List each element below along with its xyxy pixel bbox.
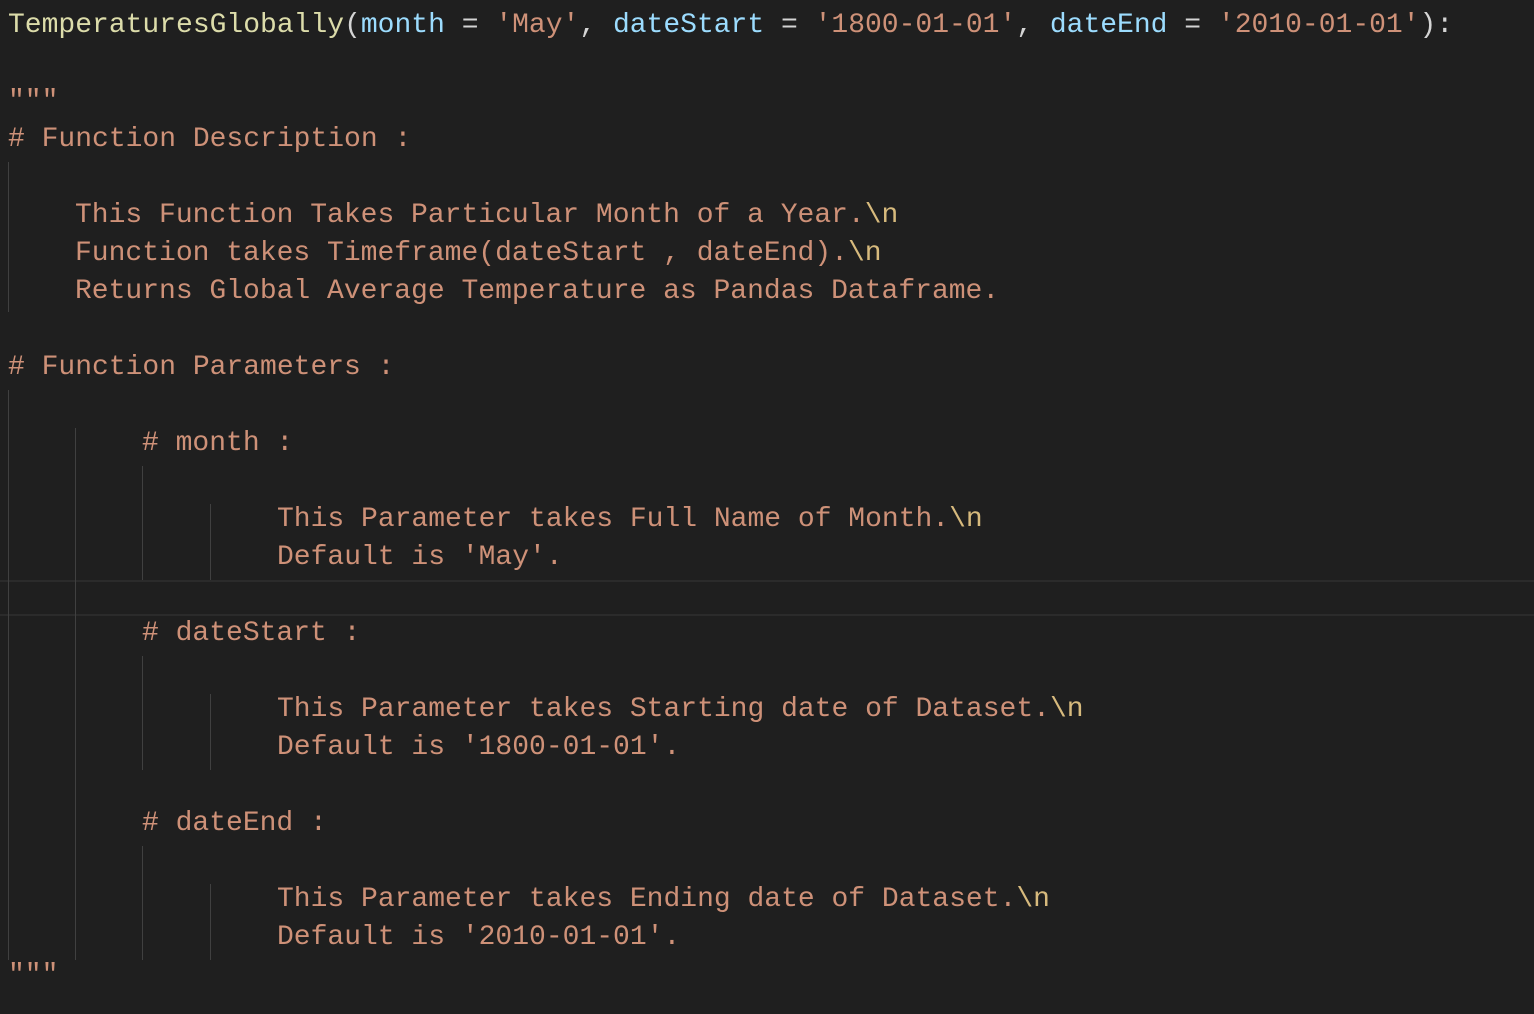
- escape-newline: \n: [949, 504, 983, 535]
- indent-guide: [210, 694, 211, 770]
- datestart-heading[interactable]: # dateStart :: [142, 615, 360, 653]
- param-dateend: dateEnd: [1049, 10, 1168, 41]
- params-heading[interactable]: # Function Parameters :: [8, 349, 394, 387]
- docstring-open[interactable]: """: [8, 83, 58, 121]
- month-heading[interactable]: # month :: [142, 425, 293, 463]
- dateend-line-1[interactable]: This Parameter takes Ending date of Data…: [277, 881, 1050, 919]
- param-month: month: [360, 10, 445, 41]
- desc-line-3[interactable]: Returns Global Average Temperature as Pa…: [75, 273, 999, 311]
- param-text: This Parameter takes Ending date of Data…: [277, 884, 1017, 915]
- comma: ,: [579, 10, 613, 41]
- default-month: 'May': [495, 10, 580, 41]
- desc-text: Function takes Timeframe(dateStart , dat…: [75, 238, 848, 269]
- close-paren-colon: ):: [1419, 10, 1454, 41]
- default-dateend: '2010-01-01': [1217, 10, 1420, 41]
- month-line-2[interactable]: Default is 'May'.: [277, 539, 563, 577]
- escape-newline: \n: [1016, 884, 1050, 915]
- indent-guide: [142, 466, 143, 580]
- desc-line-1[interactable]: This Function Takes Particular Month of …: [75, 197, 898, 235]
- param-text: This Parameter takes Full Name of Month.: [277, 504, 950, 535]
- param-datestart: dateStart: [612, 10, 765, 41]
- equals: =: [764, 10, 815, 41]
- indent-guide: [8, 162, 9, 312]
- indent-guide: [8, 390, 9, 960]
- indent-guide: [75, 428, 76, 960]
- code-line-signature[interactable]: TemperaturesGlobally(month = 'May', date…: [8, 7, 1453, 45]
- indent-guide: [210, 504, 211, 580]
- desc-heading[interactable]: # Function Description :: [8, 121, 411, 159]
- default-datestart: '1800-01-01': [814, 10, 1017, 41]
- datestart-line-2[interactable]: Default is '1800-01-01'.: [277, 729, 680, 767]
- dateend-heading[interactable]: # dateEnd :: [142, 805, 327, 843]
- indent-guide: [210, 884, 211, 960]
- datestart-line-1[interactable]: This Parameter takes Starting date of Da…: [277, 691, 1084, 729]
- current-line-highlight: [0, 580, 1534, 616]
- escape-newline: \n: [864, 200, 899, 231]
- escape-newline: \n: [847, 238, 882, 269]
- comma: ,: [1016, 10, 1050, 41]
- param-text: This Parameter takes Starting date of Da…: [277, 694, 1050, 725]
- function-name: TemperaturesGlobally: [8, 10, 345, 41]
- indent-guide: [142, 846, 143, 960]
- escape-newline: \n: [1049, 694, 1084, 725]
- desc-text: This Function Takes Particular Month of …: [75, 200, 865, 231]
- indent-guide: [142, 656, 143, 770]
- docstring-close[interactable]: """: [8, 957, 58, 995]
- dateend-line-2[interactable]: Default is '2010-01-01'.: [277, 919, 680, 957]
- code-editor[interactable]: TemperaturesGlobally(month = 'May', date…: [0, 0, 1534, 1014]
- month-line-1[interactable]: This Parameter takes Full Name of Month.…: [277, 501, 983, 539]
- equals: =: [1167, 10, 1218, 41]
- desc-line-2[interactable]: Function takes Timeframe(dateStart , dat…: [75, 235, 882, 273]
- equals: =: [444, 10, 496, 41]
- open-paren: (: [344, 10, 361, 41]
